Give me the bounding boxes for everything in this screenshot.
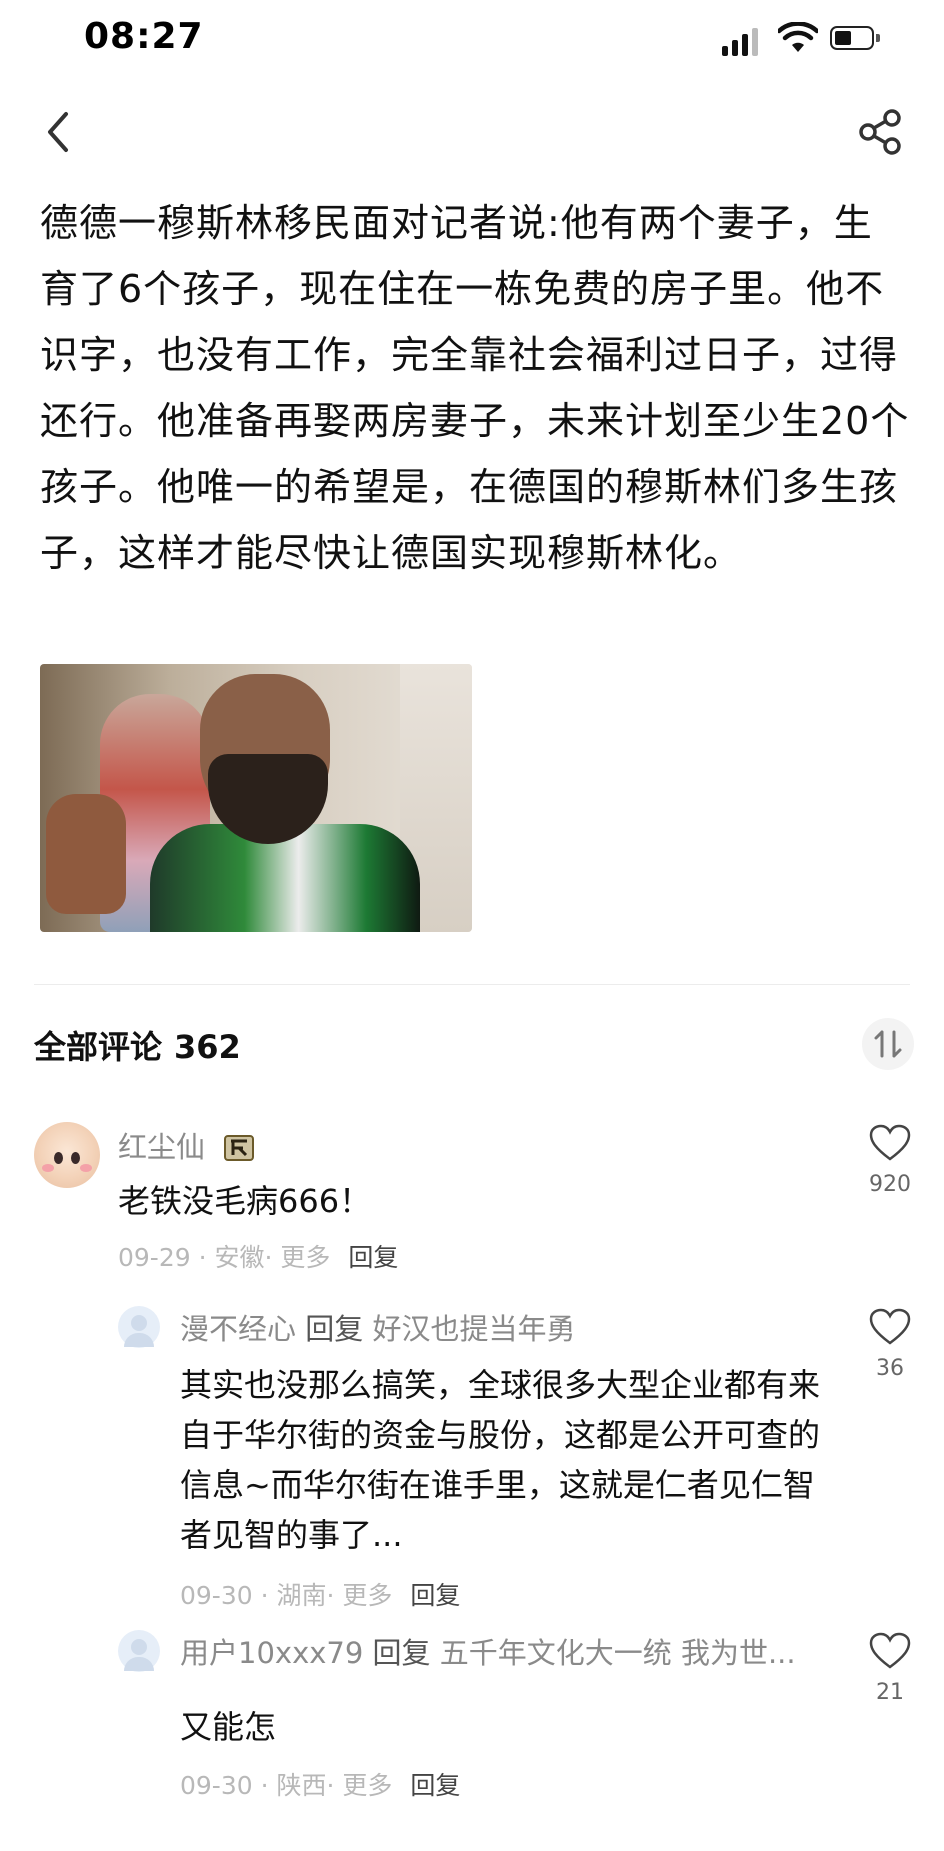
reply-to-username[interactable]: 好汉也提当年勇: [372, 1312, 575, 1346]
heart-icon: [869, 1308, 911, 1345]
like-count: 36: [876, 1356, 904, 1381]
comment-meta: 09-29 · 安徽· 更多 回复: [118, 1243, 399, 1272]
heart-icon: [869, 1632, 911, 1669]
comment-location: 安徽: [214, 1243, 265, 1272]
comment-username[interactable]: 红尘仙: [118, 1124, 255, 1166]
reply-username[interactable]: 漫不经心: [180, 1312, 296, 1346]
reply-button[interactable]: 回复: [410, 1581, 460, 1610]
comments-count: 362: [174, 1028, 241, 1066]
avatar[interactable]: [118, 1630, 160, 1672]
reply-word: 回复: [305, 1312, 364, 1346]
comment-date: 09-29: [118, 1243, 191, 1272]
reply-meta: 09-30 · 湖南· 更多 回复: [180, 1581, 461, 1610]
sort-icon[interactable]: [862, 1018, 914, 1070]
comments-header-label: 全部评论: [34, 1028, 163, 1066]
post-image[interactable]: [40, 664, 472, 932]
wifi-icon: [778, 22, 818, 52]
reply-date: 09-30: [180, 1581, 253, 1610]
reply-location: 陕西: [276, 1771, 327, 1800]
like-count: 920: [869, 1172, 911, 1197]
reply-header: 漫不经心 回复 好汉也提当年勇: [180, 1306, 575, 1348]
comment-text: 老铁没毛病666！: [118, 1182, 372, 1220]
heart-icon: [869, 1124, 911, 1161]
reply-to-username[interactable]: 五千年文化大一统 我为世...: [440, 1636, 796, 1670]
more-link[interactable]: 更多: [280, 1243, 330, 1272]
share-icon[interactable]: [856, 108, 904, 156]
status-bar: 08:27: [0, 0, 944, 84]
battery-icon: [830, 26, 882, 52]
more-link[interactable]: 更多: [342, 1581, 392, 1610]
more-link[interactable]: 更多: [342, 1771, 392, 1800]
reply-text: 又能怎: [180, 1708, 277, 1746]
back-chevron-icon[interactable]: [38, 108, 78, 156]
reply-meta: 09-30 · 陕西· 更多 回复: [180, 1771, 461, 1800]
badge-icon: [224, 1135, 255, 1161]
reply-header: 用户10xxx79 回复 五千年文化大一统 我为世...: [180, 1630, 796, 1672]
reply-word: 回复: [372, 1636, 431, 1670]
reply-username[interactable]: 用户10xxx79: [180, 1636, 363, 1670]
like-button[interactable]: 36: [860, 1308, 920, 1381]
top-nav-bar: [0, 100, 944, 164]
reply-button[interactable]: 回复: [410, 1771, 460, 1800]
reply-text: 其实也没那么搞笑，全球很多大型企业都有来自于华尔街的资金与股份，这都是公开可查的…: [180, 1366, 821, 1554]
content-divider: [34, 984, 910, 985]
avatar[interactable]: [34, 1122, 100, 1188]
reply-location: 湖南: [276, 1581, 327, 1610]
reply-date: 09-30: [180, 1771, 253, 1800]
avatar[interactable]: [118, 1306, 160, 1348]
post-body-text: 德德一穆斯林移民面对记者说:他有两个妻子，生育了6个孩子，现在住在一栋免费的房子…: [40, 201, 910, 575]
like-count: 21: [876, 1680, 904, 1705]
like-button[interactable]: 21: [860, 1632, 920, 1705]
signal-icon: [722, 26, 764, 56]
comments-header: 全部评论 362: [34, 1022, 241, 1068]
status-time: 08:27: [84, 16, 204, 57]
like-button[interactable]: 920: [860, 1124, 920, 1197]
reply-button[interactable]: 回复: [348, 1243, 398, 1272]
